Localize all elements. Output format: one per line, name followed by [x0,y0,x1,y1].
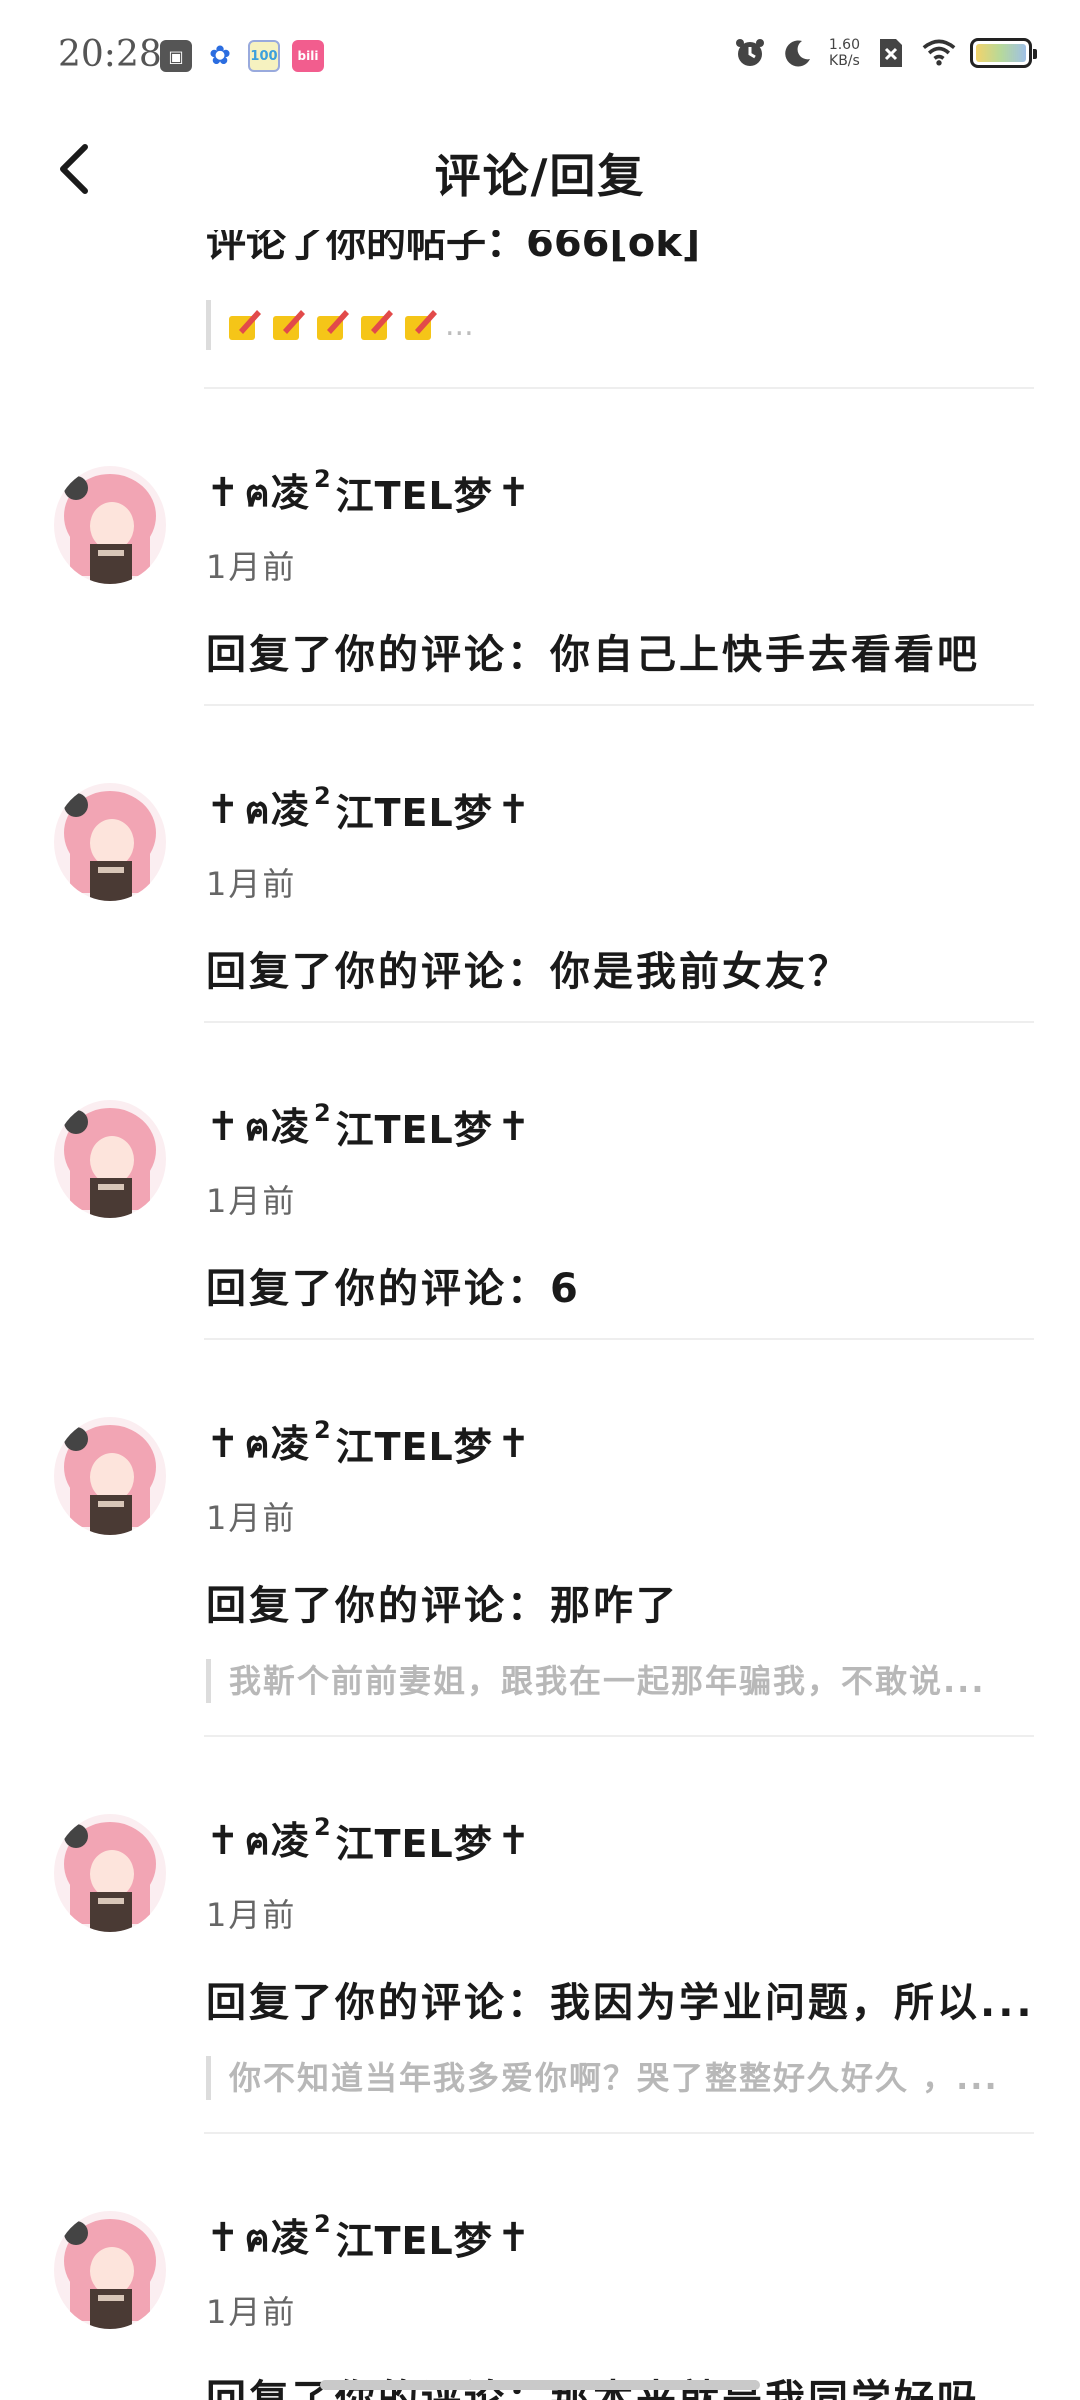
avatar[interactable] [54,1814,166,1932]
status-icons: 1.60 KB/s [733,36,1037,70]
status-bar: 20:28 ▣ ✿ 100 bili 1.60 KB/s [0,0,1080,110]
list-item-content: 评论了你的帖子：666[ok] [206,230,701,266]
cross-symbol-icon: ✝ [496,469,532,516]
gallery-app-icon: ▣ [160,40,192,72]
username-part: 江TEL梦 [335,791,493,835]
divider [204,1021,1034,1023]
avatar[interactable] [54,1100,166,1218]
list-item-partial[interactable]: 评论了你的帖子：666[ok] ... [0,230,1080,390]
cross-symbol-icon: ✝ [496,786,532,833]
cross-symbol-icon: ✝ [206,469,241,516]
pencil-note-emoji-icon [229,310,261,340]
home-indicator[interactable] [320,2380,760,2390]
timestamp: 1月前 [206,1499,297,1537]
score-app-icon: 100 [248,40,280,72]
pencil-note-emoji-icon [273,310,305,340]
pencil-note-emoji-icon [317,310,349,340]
reply-content: 回复了你的评论：你自己上快手去看看吧 [206,632,980,678]
divider [204,1338,1034,1340]
pencil-note-emoji-icon [405,310,437,340]
network-speed-unit: KB/s [829,53,860,69]
reply-content: 回复了你的评论：那咋了 [206,1583,679,1629]
username-part: 江TEL梦 [335,474,493,518]
username[interactable]: ✝ ฅ凌 2 江TEL梦 ✝ [206,462,531,523]
timestamp: 1月前 [206,1182,297,1220]
cross-symbol-icon: ✝ [206,1420,241,1467]
timestamp: 1月前 [206,1896,297,1934]
network-speed-value: 1.60 [828,37,860,53]
avatar[interactable] [54,1417,166,1535]
timestamp: 1月前 [206,865,297,903]
username[interactable]: ✝ ฅ凌 2 江TEL梦 ✝ [206,1413,531,1474]
timestamp: 1月前 [206,548,297,586]
reply-content: 回复了你的评论：6 [206,1266,581,1312]
username-part: 江TEL梦 [335,2219,493,2263]
baidu-app-icon: ✿ [204,40,236,72]
alarm-icon [733,36,767,70]
username-superscript: 2 [313,1812,332,1841]
do-not-disturb-moon-icon [781,36,815,70]
username-part: 江TEL梦 [335,1108,493,1152]
battery-level [976,44,1026,62]
notification-list[interactable]: 评论了你的帖子：666[ok] ... ✝ ฅ凌 2 江TEL梦 ✝ 1月前 回… [0,230,1080,2400]
reply-content: 回复了你的评论：你是我前女友？ [206,949,851,995]
list-item[interactable]: ✝ ฅ凌 2 江TEL梦 ✝ 1月前 回复了你的评论：你是我前女友？ [0,707,1080,1024]
username-superscript: 2 [313,464,332,493]
username[interactable]: ✝ ฅ凌 2 江TEL梦 ✝ [206,2207,531,2268]
page-title: 评论/回复 [434,149,646,203]
username-part: ฅ凌 [244,471,310,515]
username-part: ฅ凌 [244,1422,310,1466]
reply-content: 回复了你的评论：我因为学业问题，所以... [206,1980,1035,2026]
quote-ellipsis: ... [445,307,474,343]
username-part: 江TEL梦 [335,1425,493,1469]
divider [204,704,1034,706]
pencil-note-emoji-icon [361,310,393,340]
username-part: ฅ凌 [244,788,310,832]
username-superscript: 2 [313,1415,332,1444]
cross-symbol-icon: ✝ [206,786,241,833]
username-part: ฅ凌 [244,1819,310,1863]
username-superscript: 2 [313,781,332,810]
username-superscript: 2 [313,2209,332,2238]
avatar[interactable] [54,783,166,901]
username[interactable]: ✝ ฅ凌 2 江TEL梦 ✝ [206,779,531,840]
username-part: ฅ凌 [244,1105,310,1149]
divider [204,1735,1034,1737]
cross-symbol-icon: ✝ [496,1420,532,1467]
list-item[interactable]: ✝ ฅ凌 2 江TEL梦 ✝ 1月前 回复了你的评论：你自己上快手去看看吧 [0,390,1080,707]
network-speed: 1.60 KB/s [829,37,860,69]
cross-symbol-icon: ✝ [496,1103,532,1150]
avatar[interactable] [54,2211,166,2329]
quoted-comment: 我靳个前前妻姐，跟我在一起那年骗我，不敢说... [206,1659,1026,1703]
list-item[interactable]: ✝ ฅ凌 2 江TEL梦 ✝ 1月前 回复了你的评论：那本来就是我同学好吗 [0,2135,1080,2400]
top-navigation-bar: 评论/回复 [0,110,1080,230]
username-part: ฅ凌 [244,2216,310,2260]
username-part: 江TEL梦 [335,1822,493,1866]
list-item[interactable]: ✝ ฅ凌 2 江TEL梦 ✝ 1月前 回复了你的评论：那咋了 我靳个前前妻姐，跟… [0,1341,1080,1738]
timestamp: 1月前 [206,2293,297,2331]
status-time: 20:28 [58,34,162,75]
avatar[interactable] [54,466,166,584]
divider [204,2132,1034,2134]
quoted-content: ... [206,300,474,350]
bilibili-app-icon: bili [292,40,324,72]
username[interactable]: ✝ ฅ凌 2 江TEL梦 ✝ [206,1096,531,1157]
list-item[interactable]: ✝ ฅ凌 2 江TEL梦 ✝ 1月前 回复了你的评论：我因为学业问题，所以...… [0,1738,1080,2135]
username-superscript: 2 [313,1098,332,1127]
cross-symbol-icon: ✝ [496,2214,532,2261]
username[interactable]: ✝ ฅ凌 2 江TEL梦 ✝ [206,1810,531,1871]
divider [204,387,1034,389]
battery-icon [970,38,1037,68]
cross-symbol-icon: ✝ [496,1817,532,1864]
cross-symbol-icon: ✝ [206,2214,241,2261]
cross-symbol-icon: ✝ [206,1817,241,1864]
cross-symbol-icon: ✝ [206,1103,241,1150]
wifi-icon [922,36,956,70]
no-sim-icon [874,36,908,70]
quoted-comment: 你不知道当年我多爱你啊？哭了整整好久好久 ，... [206,2056,1026,2100]
list-item[interactable]: ✝ ฅ凌 2 江TEL梦 ✝ 1月前 回复了你的评论：6 [0,1024,1080,1341]
